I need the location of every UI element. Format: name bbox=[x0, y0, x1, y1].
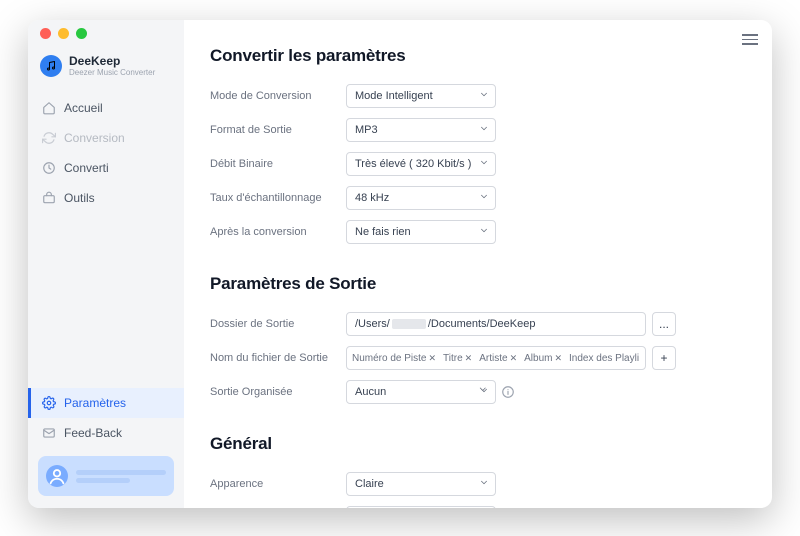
sidebar-item-conversion[interactable]: Conversion bbox=[28, 123, 184, 153]
browse-folder-button[interactable]: ... bbox=[652, 312, 676, 336]
redacted-text bbox=[392, 319, 426, 329]
sidebar-item-label: Conversion bbox=[64, 131, 125, 145]
sidebar: DeeKeep Deezer Music Converter Accueil C… bbox=[28, 20, 184, 508]
brand: DeeKeep Deezer Music Converter bbox=[28, 54, 184, 91]
brand-name: DeeKeep bbox=[69, 54, 155, 68]
sidebar-item-settings[interactable]: Paramètres bbox=[28, 388, 184, 418]
home-icon bbox=[42, 101, 56, 115]
select-sample-rate[interactable]: 48 kHz bbox=[346, 186, 496, 210]
sidebar-item-label: Accueil bbox=[64, 101, 103, 115]
select-after-conversion[interactable]: Ne fais rien bbox=[346, 220, 496, 244]
sidebar-item-feedback[interactable]: Feed-Back bbox=[28, 418, 184, 448]
sidebar-item-label: Feed-Back bbox=[64, 426, 122, 440]
label-bitrate: Débit Binaire bbox=[210, 158, 346, 170]
sidebar-item-label: Converti bbox=[64, 161, 109, 175]
label-appearance: Apparence bbox=[210, 478, 346, 490]
section-title-output: Paramètres de Sortie bbox=[210, 274, 746, 294]
clock-icon bbox=[42, 161, 56, 175]
tag-playlist-index[interactable]: Index des Playli bbox=[567, 353, 641, 364]
sidebar-item-tools[interactable]: Outils bbox=[28, 183, 184, 213]
chevron-down-icon bbox=[479, 158, 489, 171]
select-bitrate[interactable]: Très élevé ( 320 Kbit/s ) bbox=[346, 152, 496, 176]
select-output-format[interactable]: MP3 bbox=[346, 118, 496, 142]
chevron-down-icon bbox=[479, 226, 489, 239]
app-logo-icon bbox=[40, 55, 62, 77]
gear-icon bbox=[42, 396, 56, 410]
chevron-down-icon bbox=[479, 90, 489, 103]
filename-tags-input[interactable]: Numéro de Piste✕ Titre✕ Artiste✕ Album✕ … bbox=[346, 346, 646, 370]
window-controls bbox=[28, 20, 87, 46]
select-language[interactable]: Français bbox=[346, 506, 496, 508]
tag-track-number[interactable]: Numéro de Piste✕ bbox=[350, 353, 438, 364]
avatar-icon bbox=[46, 465, 68, 487]
select-organized-output[interactable]: Aucun bbox=[346, 380, 496, 404]
menu-button[interactable] bbox=[742, 34, 758, 45]
user-placeholder bbox=[76, 470, 166, 483]
close-icon[interactable]: ✕ bbox=[554, 353, 562, 364]
refresh-icon bbox=[42, 131, 56, 145]
chevron-down-icon bbox=[479, 192, 489, 205]
close-icon[interactable]: ✕ bbox=[428, 353, 436, 364]
sidebar-item-label: Outils bbox=[64, 191, 95, 205]
maximize-window-button[interactable] bbox=[76, 28, 87, 39]
brand-subtitle: Deezer Music Converter bbox=[69, 68, 155, 77]
main-content: Convertir les paramètres Mode de Convers… bbox=[184, 20, 772, 508]
sidebar-item-label: Paramètres bbox=[64, 396, 126, 410]
output-folder-input[interactable]: /Users//Documents/DeeKeep bbox=[346, 312, 646, 336]
toolbox-icon bbox=[42, 191, 56, 205]
label-output-filename: Nom du fichier de Sortie bbox=[210, 352, 346, 364]
select-appearance[interactable]: Claire bbox=[346, 472, 496, 496]
section-title-general: Général bbox=[210, 434, 746, 454]
select-conversion-mode[interactable]: Mode Intelligent bbox=[346, 84, 496, 108]
close-icon[interactable]: ✕ bbox=[465, 353, 473, 364]
chevron-down-icon bbox=[479, 124, 489, 137]
label-output-folder: Dossier de Sortie bbox=[210, 318, 346, 330]
tag-title[interactable]: Titre✕ bbox=[441, 353, 474, 364]
close-icon[interactable]: ✕ bbox=[510, 353, 518, 364]
label-organized-output: Sortie Organisée bbox=[210, 386, 346, 398]
app-window: DeeKeep Deezer Music Converter Accueil C… bbox=[28, 20, 772, 508]
info-icon[interactable] bbox=[501, 385, 515, 399]
chevron-down-icon bbox=[479, 386, 489, 399]
tag-album[interactable]: Album✕ bbox=[522, 353, 564, 364]
label-conversion-mode: Mode de Conversion bbox=[210, 90, 346, 102]
chevron-down-icon bbox=[479, 478, 489, 491]
label-sample-rate: Taux d'échantillonnage bbox=[210, 192, 346, 204]
sidebar-item-home[interactable]: Accueil bbox=[28, 93, 184, 123]
close-window-button[interactable] bbox=[40, 28, 51, 39]
section-title-convert: Convertir les paramètres bbox=[210, 46, 746, 66]
sidebar-item-converted[interactable]: Converti bbox=[28, 153, 184, 183]
mail-icon bbox=[42, 426, 56, 440]
label-output-format: Format de Sortie bbox=[210, 124, 346, 136]
minimize-window-button[interactable] bbox=[58, 28, 69, 39]
tag-artist[interactable]: Artiste✕ bbox=[477, 353, 519, 364]
add-tag-button[interactable]: + bbox=[652, 346, 676, 370]
user-card[interactable] bbox=[38, 456, 174, 496]
label-after-conversion: Après la conversion bbox=[210, 226, 346, 238]
